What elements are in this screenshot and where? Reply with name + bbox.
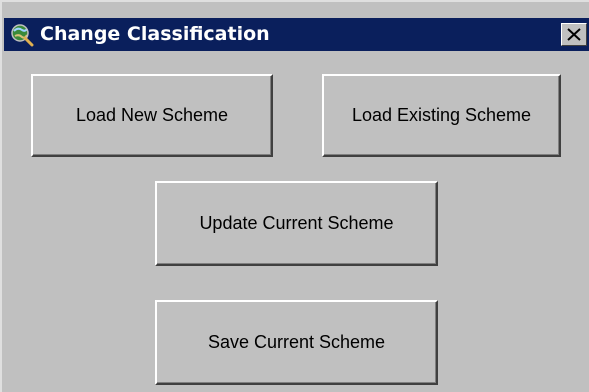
change-classification-dialog: Change Classification Load New Scheme Lo… [0,0,589,392]
update-current-scheme-button[interactable]: Update Current Scheme [155,181,438,266]
save-current-scheme-button[interactable]: Save Current Scheme [155,300,438,385]
load-new-scheme-button[interactable]: Load New Scheme [31,74,273,157]
close-button[interactable] [561,23,587,46]
load-existing-scheme-button[interactable]: Load Existing Scheme [322,74,561,157]
title-bar[interactable]: Change Classification [4,18,589,51]
globe-magnifier-icon [10,23,34,47]
close-icon [567,28,581,41]
window-title: Change Classification [40,23,270,45]
